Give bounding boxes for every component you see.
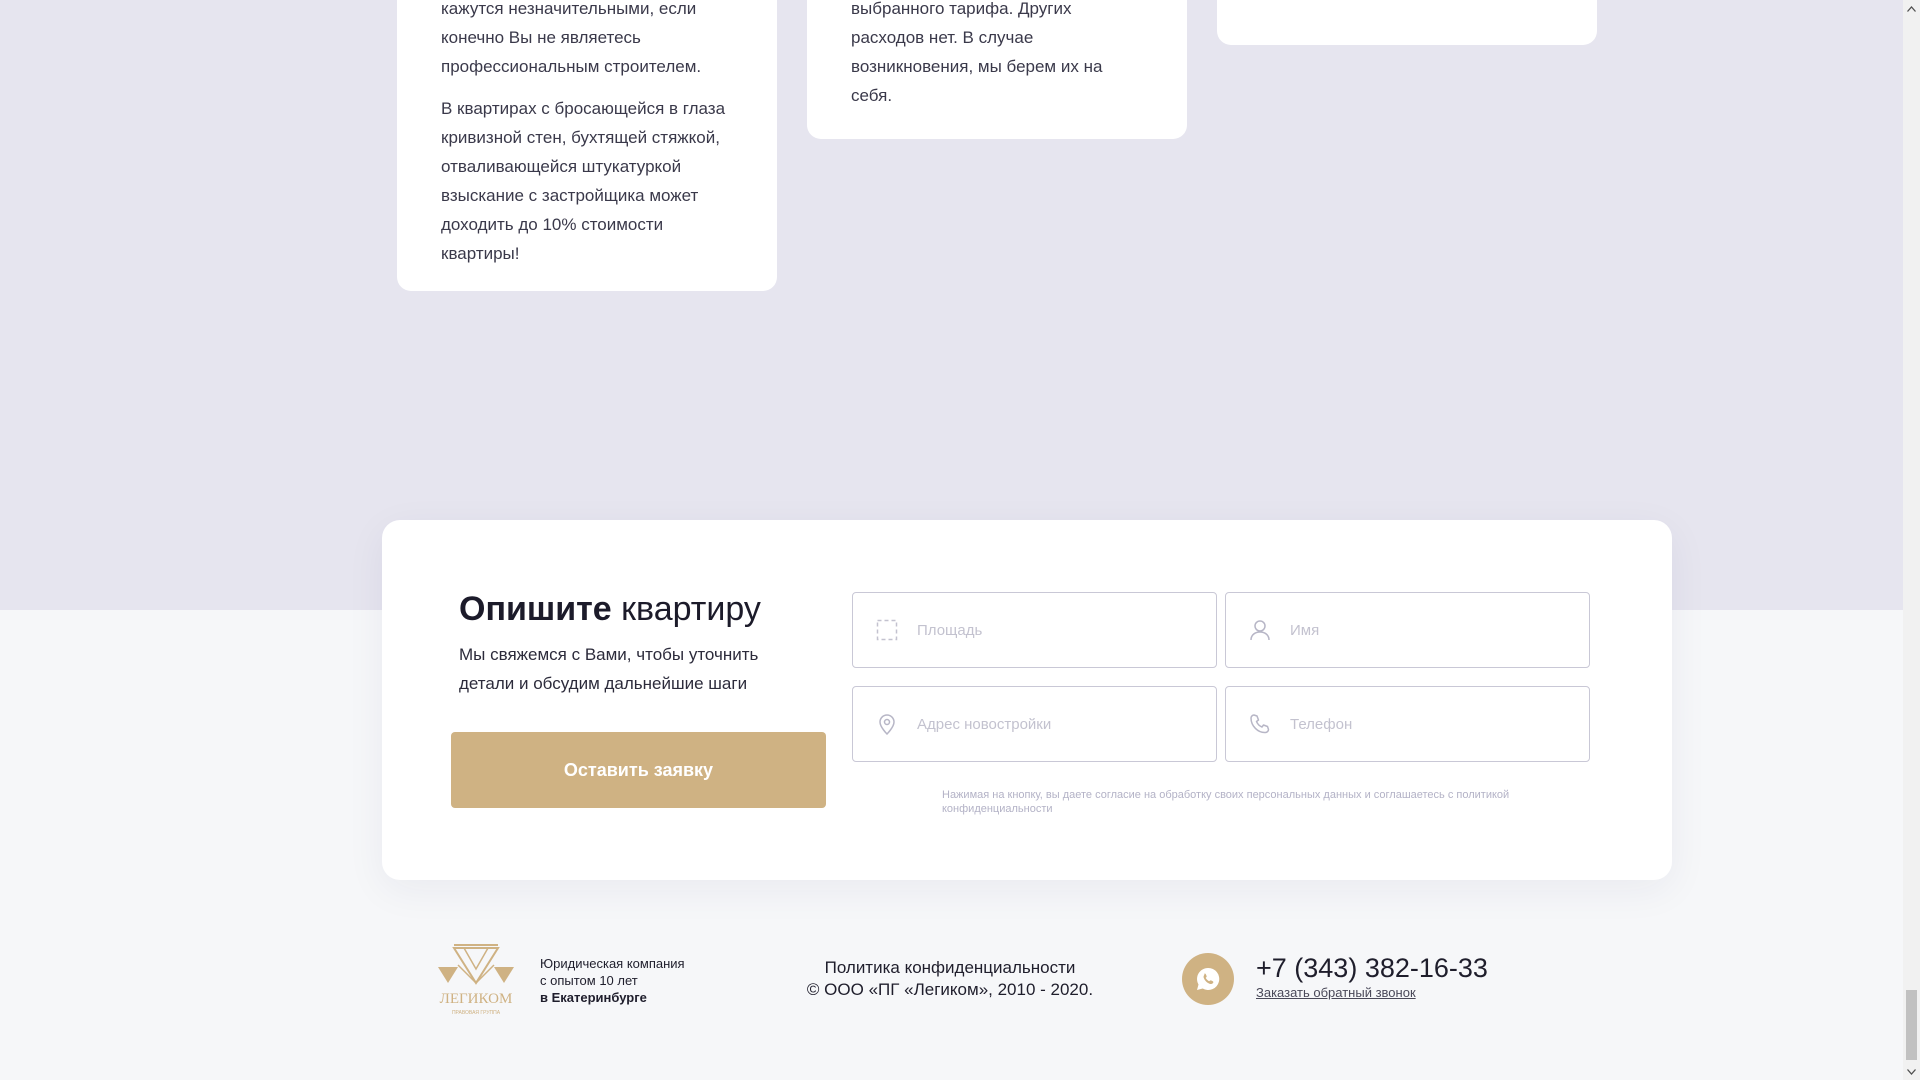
footer-legal: Политика конфиденциальности © ООО «ПГ «Л…	[790, 957, 1110, 1001]
area-input[interactable]	[915, 592, 1216, 668]
phone-input[interactable]	[1288, 686, 1589, 762]
submit-request-button[interactable]: Оставить заявку	[451, 732, 826, 808]
card-paragraph: кажутся незначительными, если конечно Вы…	[441, 0, 702, 76]
dashed-square-icon	[875, 618, 899, 642]
consent-text: Нажимая на кнопку, вы даете согласие на …	[942, 789, 1510, 815]
card-paragraph: выбранного тарифа. Других расходов нет. …	[851, 0, 1103, 105]
address-input[interactable]	[915, 686, 1216, 762]
location-pin-icon	[875, 712, 899, 736]
scroll-up-icon[interactable]	[1903, 0, 1920, 17]
area-field[interactable]	[852, 592, 1217, 668]
user-icon	[1248, 618, 1272, 642]
name-field[interactable]	[1225, 592, 1590, 668]
info-card: кажутся незначительными, если конечно Вы…	[397, 0, 777, 291]
name-input[interactable]	[1288, 592, 1589, 668]
scroll-down-icon[interactable]	[1903, 1063, 1920, 1080]
phone-number[interactable]: +7 (343) 382-16-33	[1256, 953, 1488, 984]
phone-icon	[1248, 712, 1272, 736]
privacy-policy-link[interactable]: Политика конфиденциальности	[790, 957, 1110, 979]
callback-link[interactable]: Заказать обратный звонок	[1256, 985, 1416, 1000]
info-card	[1217, 0, 1597, 45]
apartment-request-form: Опишите квартиру Мы свяжемся с Вами, что…	[382, 520, 1672, 880]
logo-subtext: ПРАВОВАЯ ГРУППА	[452, 1010, 501, 1016]
vertical-scrollbar[interactable]	[1903, 0, 1920, 1080]
company-logo[interactable]: ЛЕГИКОМ ПРАВОВАЯ ГРУППА	[436, 943, 516, 1017]
logo-text: ЛЕГИКОМ	[440, 991, 513, 1007]
whatsapp-button[interactable]	[1182, 953, 1234, 1005]
whatsapp-icon	[1197, 967, 1220, 990]
scrollbar-thumb[interactable]	[1906, 990, 1917, 1060]
card-paragraph: В квартирах с бросающейся в глаза кривиз…	[441, 99, 726, 263]
info-card: выбранного тарифа. Других расходов нет. …	[807, 0, 1187, 139]
address-field[interactable]	[852, 686, 1217, 762]
form-description: Мы свяжемся с Вами, чтобы уточнить детал…	[459, 645, 759, 693]
phone-field[interactable]	[1225, 686, 1590, 762]
company-tagline: Юридическая компания с опытом 10 лет в Е…	[540, 956, 685, 1005]
copyright: © ООО «ПГ «Легиком», 2010 - 2020.	[806, 980, 1094, 999]
form-title: Опишите квартиру	[459, 590, 761, 628]
